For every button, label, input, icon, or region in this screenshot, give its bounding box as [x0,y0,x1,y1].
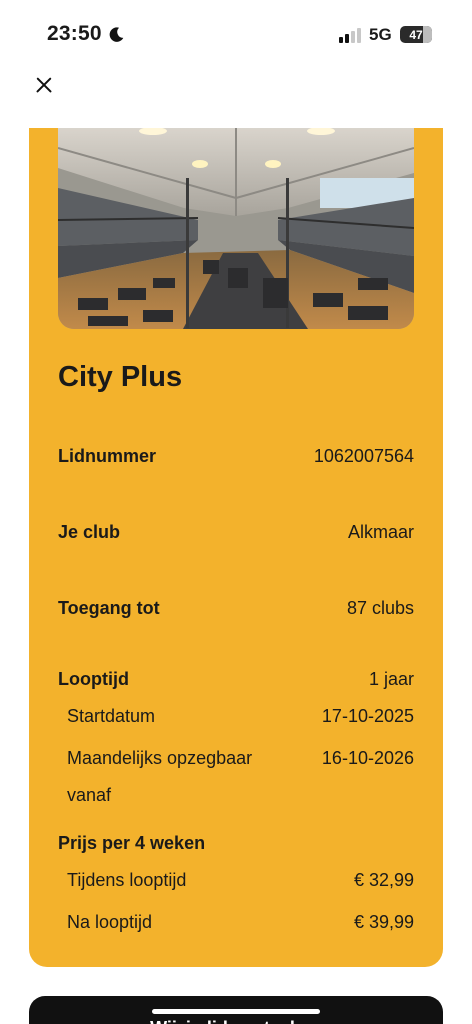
price-during-row: Tijdens looptijd € 32,99 [67,862,414,899]
cancel-from-value: 16-10-2026 [321,748,414,768]
gym-photo [58,128,414,329]
price-during-value: € 32,99 [353,870,414,890]
term-label: Looptijd [58,669,129,689]
plan-name: City Plus [58,361,183,393]
term-row: Looptijd 1 jaar [58,669,414,690]
price-after-row: Na looptijd € 39,99 [67,904,414,941]
access-row: Toegang tot 87 clubs [58,598,414,619]
cancel-from-row: Maandelijks opzegbaar vanaf 16-10-2026 [67,740,414,814]
moon-icon [109,27,124,42]
club-value: Alkmaar [347,522,414,542]
price-during-label: Tijdens looptijd [67,870,187,890]
price-label: Prijs per 4 weken [58,833,206,853]
start-date-value: 17-10-2025 [321,706,414,726]
signal-icon [339,27,361,43]
member-number-row: Lidnummer 1062007564 [58,446,414,467]
cancel-from-label: Maandelijks opzegbaar vanaf [67,748,253,805]
battery-level: 47 [409,27,423,42]
network-type: 5G [369,25,392,44]
status-bar: 23:50 5G 47 [0,0,472,70]
close-icon[interactable] [30,70,58,100]
membership-card: City Plus Lidnummer 1062007564 Je club A… [29,128,443,967]
home-indicator [152,1009,320,1014]
access-label: Toegang tot [58,598,160,618]
member-number-value: 1062007564 [313,446,414,466]
club-label: Je club [58,522,121,542]
price-after-value: € 39,99 [353,912,414,932]
price-header-row: Prijs per 4 weken [58,833,414,854]
status-time: 23:50 [47,22,102,45]
battery-icon: 47 [400,26,432,43]
access-value: 87 clubs [346,598,414,618]
price-after-label: Na looptijd [67,912,153,932]
member-number-label: Lidnummer [58,446,157,466]
term-value: 1 jaar [368,669,414,689]
start-date-label: Startdatum [67,706,156,726]
start-date-row: Startdatum 17-10-2025 [67,698,414,735]
club-row: Je club Alkmaar [58,522,414,543]
